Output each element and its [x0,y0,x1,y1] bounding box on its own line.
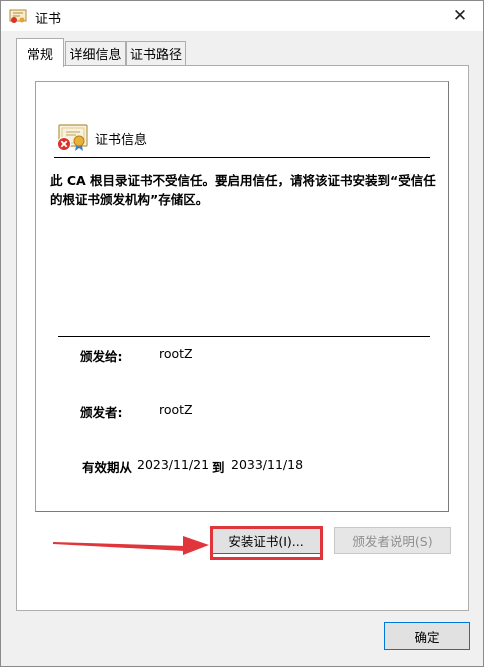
validity-to-label: 到 [212,460,225,475]
issued-by-value: rootZ [159,402,193,417]
tab-certification-path[interactable]: 证书路径 [126,41,186,65]
valid-to-value: 2033/11/18 [231,457,304,472]
valid-from-value: 2023/11/21 [137,457,210,472]
certificate-info-box: 证书信息 此 CA 根目录证书不受信任。要启用信任，请将该证书安装到“受信任的根… [35,81,449,512]
title-bar: 证书 ✕ [1,1,483,31]
issued-to-label: 颁发给: [80,349,123,364]
issuer-statement-button[interactable]: 颁发者说明(S) [334,527,451,554]
close-button[interactable]: ✕ [437,1,483,31]
certificate-icon [9,9,27,23]
validity-label: 有效期从 [82,460,133,475]
details-divider [58,336,430,337]
issued-by-label: 颁发者: [80,405,123,420]
window-title: 证书 [35,12,62,27]
issued-to-value: rootZ [159,346,193,361]
ok-button[interactable]: 确定 [384,622,470,650]
red-arrow-icon [53,536,209,555]
tab-general[interactable]: 常规 [16,38,64,67]
certificate-dialog: 证书 ✕ 常规 详细信息 证书路径 证书信息 此 CA 根目录证书不受信任。要启… [0,0,484,667]
tab-details[interactable]: 详细信息 [65,41,126,65]
certificate-info-heading: 证书信息 [95,133,148,148]
untrusted-certificate-icon [57,124,88,151]
trust-warning-text: 此 CA 根目录证书不受信任。要启用信任，请将该证书安装到“受信任的根证书颁发机… [50,173,436,207]
install-certificate-button[interactable]: 安装证书(I)... [211,527,321,554]
header-divider [54,157,430,158]
